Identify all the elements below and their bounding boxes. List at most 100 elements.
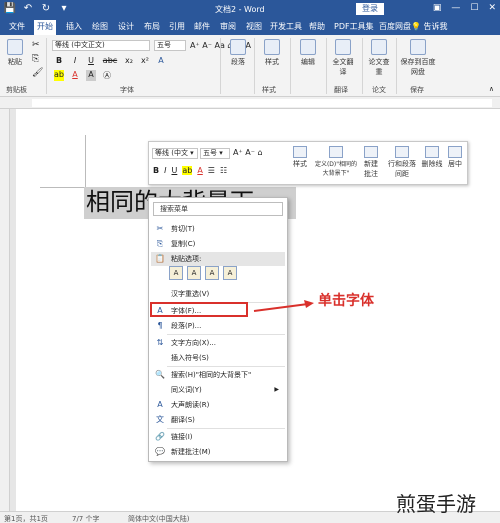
superscript-button[interactable]: x² — [140, 56, 150, 65]
menu-item-paste-options: 📋 粘贴选项: — [151, 252, 285, 266]
mini-font-name[interactable]: 等线 (中文 ▾ — [152, 148, 198, 159]
tab-references[interactable]: 引用 — [166, 20, 188, 35]
tab-mailings[interactable]: 邮件 — [191, 20, 213, 35]
menu-item-search[interactable]: 🔍 搜索(H)"相同的大背景下" — [151, 368, 285, 382]
strikethrough-button[interactable]: abc — [102, 56, 118, 65]
font-color-button[interactable]: A — [70, 70, 80, 81]
italic-button[interactable]: I — [70, 56, 80, 65]
subscript-button[interactable]: x₂ — [124, 56, 134, 65]
menu-item-cut[interactable]: ✂ 剪切(T) — [151, 222, 285, 236]
tab-pdf[interactable]: PDF工具集 — [331, 20, 377, 35]
maximize-icon[interactable]: ☐ — [470, 3, 478, 13]
mini-bold-button[interactable]: B — [153, 166, 159, 175]
font-size-combo[interactable]: 五号 — [154, 40, 186, 51]
mini-styles-button[interactable]: 样式 — [289, 146, 311, 169]
paste-keep-source-icon[interactable]: A — [169, 266, 183, 280]
menu-item-paragraph[interactable]: ¶ 段落(P)... — [151, 319, 285, 333]
enclose-char-button[interactable]: Ⓐ — [102, 70, 112, 81]
close-icon[interactable]: ✕ — [488, 3, 496, 13]
tab-view[interactable]: 视图 — [243, 20, 265, 35]
menu-item-copy[interactable]: ⎘ 复制(C) — [151, 237, 285, 251]
mini-line-spacing-label: 行和段落间距 — [388, 160, 416, 178]
bold-button[interactable]: B — [54, 56, 64, 65]
vertical-ruler[interactable] — [0, 109, 10, 511]
tell-me-search[interactable]: 💡 告诉我 — [411, 21, 448, 32]
text-effects-button[interactable]: A — [156, 56, 166, 65]
undo-icon[interactable]: ↶ — [22, 2, 34, 14]
font-name-combo[interactable]: 等线 (中文正文) — [52, 40, 150, 51]
mini-highlight-button[interactable]: ab — [182, 166, 193, 175]
mini-define-button[interactable]: 定义(D)"相同的大背景下" — [313, 146, 359, 177]
mini-define-label: 定义(D)"相同的大背景下" — [314, 161, 358, 177]
tab-design[interactable]: 设计 — [115, 20, 137, 35]
paste-label: 粘贴 — [8, 58, 22, 66]
mini-font-size[interactable]: 五号 ▾ — [200, 148, 230, 159]
mini-center-button[interactable]: 居中 — [445, 146, 465, 169]
mini-toolbar: 等线 (中文 ▾ 五号 ▾ A⁺ A⁻ ⌂ B I U ab A ☰ ☷ 样式 … — [148, 141, 468, 185]
paper-check-button[interactable]: 论文查重 — [366, 39, 392, 77]
qat-more-icon[interactable]: ▾ — [58, 2, 70, 14]
format-painter-icon[interactable]: 🖌 — [32, 68, 43, 78]
save-baidu-button[interactable]: 保存到百度网盘 — [400, 39, 436, 77]
menu-item-synonyms[interactable]: 同义词(Y) ▶ — [151, 383, 285, 397]
menu-search-input[interactable]: 搜索菜单 — [153, 202, 283, 216]
menu-item-label: 复制(C) — [171, 240, 196, 248]
tab-help[interactable]: 帮助 — [306, 20, 328, 35]
tell-me-label: 告诉我 — [423, 22, 448, 31]
window-title: 文档2 - Word — [215, 5, 265, 14]
tab-home[interactable]: 开始 — [34, 20, 56, 35]
cut-icon[interactable]: ✂ — [32, 40, 40, 50]
editing-button[interactable]: 编辑 — [296, 39, 320, 67]
underline-button[interactable]: U — [86, 56, 96, 65]
tab-baidu[interactable]: 百度网盘 — [376, 20, 414, 35]
tab-insert[interactable]: 插入 — [63, 20, 85, 35]
menu-item-text-direction[interactable]: ⇅ 文字方向(X)... — [151, 336, 285, 350]
ribbon-options-icon[interactable]: ▣ — [433, 3, 442, 13]
mini-new-comment-button[interactable]: 新建批注 — [361, 146, 381, 179]
mini-underline-button[interactable]: U — [171, 166, 177, 175]
mini-strikethrough-button[interactable]: 删除线 — [421, 146, 443, 169]
language-status[interactable]: 简体中文(中国大陆) — [128, 514, 189, 523]
tab-file[interactable]: 文件 — [6, 20, 28, 35]
group-label-font: 字体 — [120, 86, 134, 94]
copy-icon[interactable]: ⎘ — [32, 54, 39, 64]
menu-item-label: 搜索(H)"相同的大背景下" — [171, 371, 252, 379]
paragraph-button[interactable]: 段落 — [226, 39, 250, 67]
title-bar: 💾 ↶ ↻ ▾ 文档2 - Word 登录 ▣ — ☐ ✕ — [0, 0, 500, 18]
mini-font-color-button[interactable]: A — [197, 166, 202, 175]
paragraph-label: 段落 — [231, 58, 245, 66]
menu-item-read-aloud[interactable]: A 大声朗读(R) — [151, 398, 285, 412]
full-translate-button[interactable]: 全文翻译 — [330, 39, 356, 77]
mini-italic-button[interactable]: I — [164, 166, 166, 175]
redo-icon[interactable]: ↻ — [40, 2, 52, 14]
tab-review[interactable]: 审阅 — [217, 20, 239, 35]
styles-button[interactable]: 样式 — [260, 39, 284, 67]
mini-bullets-icon[interactable]: ☰ — [208, 166, 215, 175]
menu-item-link[interactable]: 🔗 链接(I) — [151, 430, 285, 444]
menu-item-reconvert[interactable]: 汉字重选(V) — [151, 287, 285, 301]
collapse-ribbon-icon[interactable]: ∧ — [489, 85, 494, 93]
save-icon[interactable]: 💾 — [4, 2, 16, 14]
mini-line-spacing-button[interactable]: 行和段落间距 — [387, 146, 417, 179]
page-count[interactable]: 第1页，共1页 — [4, 514, 48, 523]
mini-numbering-icon[interactable]: ☷ — [220, 166, 227, 175]
paste-button[interactable]: 粘贴 — [4, 39, 26, 67]
paste-picture-icon[interactable]: A — [205, 266, 219, 280]
highlight-button[interactable]: ab — [54, 70, 64, 81]
menu-item-insert-symbol[interactable]: 插入符号(S) — [151, 351, 285, 365]
menu-item-translate[interactable]: 文翻译(S) — [151, 413, 285, 427]
word-count[interactable]: 7/7 个字 — [72, 514, 100, 523]
tab-layout[interactable]: 布局 — [141, 20, 163, 35]
paper-check-label: 论文查重 — [368, 58, 390, 76]
tab-developer[interactable]: 开发工具 — [267, 20, 305, 35]
paste-merge-icon[interactable]: A — [187, 266, 201, 280]
menu-item-label: 粘贴选项: — [171, 255, 202, 263]
char-shading-button[interactable]: A — [86, 70, 96, 81]
tab-draw[interactable]: 绘图 — [89, 20, 111, 35]
paste-text-only-icon[interactable]: A — [223, 266, 237, 280]
minimize-icon[interactable]: — — [451, 3, 460, 13]
login-button[interactable]: 登录 — [356, 3, 384, 15]
menu-item-new-comment[interactable]: 💬 新建批注(M) — [151, 445, 285, 459]
horizontal-ruler[interactable] — [0, 97, 500, 109]
mini-grow-font-icon[interactable]: A⁺ A⁻ ⌂ — [233, 148, 263, 157]
